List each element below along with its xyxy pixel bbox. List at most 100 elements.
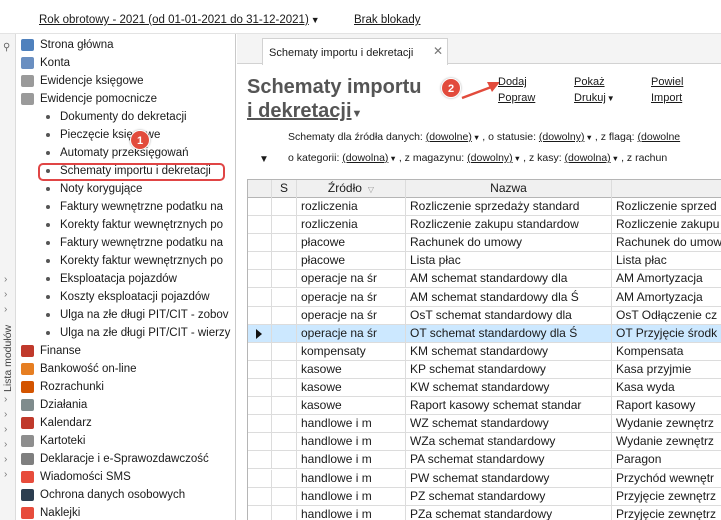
row-indicator[interactable] — [248, 198, 272, 216]
import-button[interactable]: Import — [651, 92, 682, 104]
table-row[interactable]: płacowe Rachunek do umowy Rachunek do umow — [248, 234, 721, 253]
nav-item[interactable]: Ulga na złe długi PIT/CIT - wierzy — [16, 324, 235, 342]
row-name[interactable]: AM schemat standardowy dla — [406, 270, 612, 289]
nav-item[interactable]: Deklaracje i e-Sprawozdawczość — [16, 450, 235, 468]
row-indicator[interactable] — [248, 234, 272, 253]
row-source[interactable]: rozliczenia — [297, 216, 406, 235]
row-status[interactable] — [272, 469, 297, 488]
nav-item[interactable]: Rozrachunki — [16, 378, 235, 396]
add-button[interactable]: Dodaj — [498, 76, 527, 88]
row-name[interactable]: Rozliczenie sprzedaży standard — [406, 198, 612, 216]
row-description[interactable]: Przyjęcie zewnętrz — [612, 488, 721, 506]
row-source[interactable]: handlowe i m — [297, 415, 406, 434]
row-indicator[interactable] — [248, 487, 272, 506]
row-description[interactable]: OT Przyjęcie środk — [612, 325, 721, 343]
row-status[interactable] — [272, 216, 297, 235]
row-name[interactable]: KM schemat standardowy — [406, 342, 612, 361]
row-source[interactable]: operacje na śr — [297, 270, 406, 289]
header-source[interactable]: Źródło ▽ — [297, 180, 406, 198]
nav-item[interactable]: Pieczęcie księgowe — [16, 126, 235, 144]
fiscal-year-selector[interactable]: Rok obrotowy - 2021 (od 01-01-2021 do 31… — [39, 14, 320, 26]
header-status[interactable]: S — [272, 180, 297, 198]
row-name[interactable]: WZa schemat standardowy — [406, 433, 612, 452]
row-status[interactable] — [272, 487, 297, 506]
duplicate-button[interactable]: Powiel — [651, 76, 683, 88]
row-name[interactable]: AM schemat standardowy dla Ś — [406, 288, 612, 307]
table-row[interactable]: operacje na śr OT schemat standardowy dla… — [248, 324, 721, 343]
row-description[interactable]: AM Amortyzacja — [612, 270, 721, 288]
row-indicator[interactable] — [248, 505, 272, 520]
row-source[interactable]: rozliczenia — [297, 198, 406, 216]
filter-warehouse-value[interactable]: (dowolny) — [467, 152, 513, 164]
row-indicator[interactable] — [248, 360, 272, 379]
dropdown-arrow-icon[interactable]: ▼ — [612, 154, 619, 163]
header-name[interactable]: Nazwa — [406, 180, 612, 198]
nav-item[interactable]: Ewidencje pomocnicze — [16, 90, 235, 108]
row-source[interactable]: operacje na śr — [297, 306, 406, 325]
nav-item[interactable]: Kalendarz — [16, 414, 235, 432]
nav-item[interactable]: Konta — [16, 54, 235, 72]
row-description[interactable]: AM Amortyzacja — [612, 289, 721, 307]
nav-item[interactable]: Wiadomości SMS — [16, 468, 235, 486]
nav-item[interactable]: Koszty eksploatacji pojazdów — [16, 288, 235, 306]
table-row[interactable]: rozliczenia Rozliczenie sprzedaży standar… — [248, 198, 721, 216]
filter-flag-value[interactable]: (dowolne — [638, 131, 681, 143]
row-description[interactable]: Rozliczenie zakupu — [612, 216, 721, 234]
row-source[interactable]: operacje na śr — [297, 324, 406, 343]
dropdown-arrow-icon[interactable]: ▼ — [585, 133, 592, 142]
row-status[interactable] — [272, 324, 297, 343]
nav-item[interactable]: Strona główna — [16, 36, 235, 54]
tab-import-schemes[interactable]: Schematy importu i dekretacji ✕ — [262, 38, 448, 65]
filter-category-value[interactable]: (dowolna) — [342, 152, 388, 164]
row-source[interactable]: płacowe — [297, 234, 406, 253]
nav-item[interactable]: Kartoteki — [16, 432, 235, 450]
row-name[interactable]: OT schemat standardowy dla Ś — [406, 324, 612, 343]
table-row[interactable]: kompensaty KM schemat standardowy Kompensa… — [248, 342, 721, 361]
row-description[interactable]: OsT Odłączenie cz — [612, 307, 721, 325]
row-status[interactable] — [272, 397, 297, 416]
row-name[interactable]: PZa schemat standardowy — [406, 505, 612, 520]
row-description[interactable]: Rozliczenie sprzed — [612, 198, 721, 216]
row-source[interactable]: kasowe — [297, 379, 406, 397]
row-source[interactable]: kompensaty — [297, 342, 406, 361]
close-icon[interactable]: ✕ — [433, 44, 443, 58]
row-status[interactable] — [272, 288, 297, 307]
header-description[interactable] — [612, 180, 721, 198]
filter-cashbox-value[interactable]: (dowolna) — [565, 152, 611, 164]
table-row[interactable]: operacje na śr OsT schemat standardowy dl… — [248, 306, 721, 325]
table-row[interactable]: płacowe Lista płac Lista płac — [248, 252, 721, 271]
row-name[interactable]: Lista płac — [406, 252, 612, 271]
row-status[interactable] — [272, 270, 297, 289]
table-row[interactable]: rozliczenia Rozliczenie zakupu standardow… — [248, 216, 721, 235]
table-row[interactable]: handlowe i m WZa schemat standardowy Wydan… — [248, 433, 721, 452]
row-source[interactable]: handlowe i m — [297, 487, 406, 506]
row-source[interactable]: handlowe i m — [297, 433, 406, 452]
row-status[interactable] — [272, 433, 297, 452]
row-name[interactable]: Rachunek do umowy — [406, 234, 612, 253]
nav-item[interactable]: Naklejki — [16, 504, 235, 520]
row-description[interactable]: Przychód wewnętr — [612, 470, 721, 488]
dropdown-arrow-icon[interactable]: ▼ — [389, 154, 396, 163]
nav-item[interactable]: Ulga na złe długi PIT/CIT - zobov — [16, 306, 235, 324]
row-description[interactable]: Rachunek do umow — [612, 234, 721, 252]
nav-item[interactable]: Korekty faktur wewnętrznych po — [16, 216, 235, 234]
table-row[interactable]: kasowe KP schemat standardowy Kasa przyjmi… — [248, 360, 721, 379]
lock-status-link[interactable]: Brak blokady — [354, 14, 420, 26]
table-row[interactable]: operacje na śr AM schemat standardowy dla… — [248, 288, 721, 307]
table-row[interactable]: operacje na śr AM schemat standardowy dla… — [248, 270, 721, 289]
row-description[interactable]: Paragon — [612, 451, 721, 469]
nav-item[interactable]: Noty korygujące — [16, 180, 235, 198]
row-description[interactable]: Wydanie zewnętrz — [612, 433, 721, 451]
nav-item[interactable]: Faktury wewnętrzne podatku na — [16, 234, 235, 252]
row-indicator[interactable] — [248, 469, 272, 488]
row-indicator[interactable] — [248, 397, 272, 416]
row-status[interactable] — [272, 415, 297, 434]
row-description[interactable]: Kompensata — [612, 343, 721, 361]
nav-item[interactable]: Eksploatacja pojazdów — [16, 270, 235, 288]
row-status[interactable] — [272, 379, 297, 397]
row-indicator[interactable] — [248, 270, 272, 289]
row-description[interactable]: Raport kasowy — [612, 397, 721, 415]
table-row[interactable]: handlowe i m PW schemat standardowy Przych… — [248, 469, 721, 488]
table-row[interactable]: kasowe Raport kasowy schemat standar Rapor… — [248, 397, 721, 416]
nav-item[interactable]: Bankowość on-line — [16, 360, 235, 378]
